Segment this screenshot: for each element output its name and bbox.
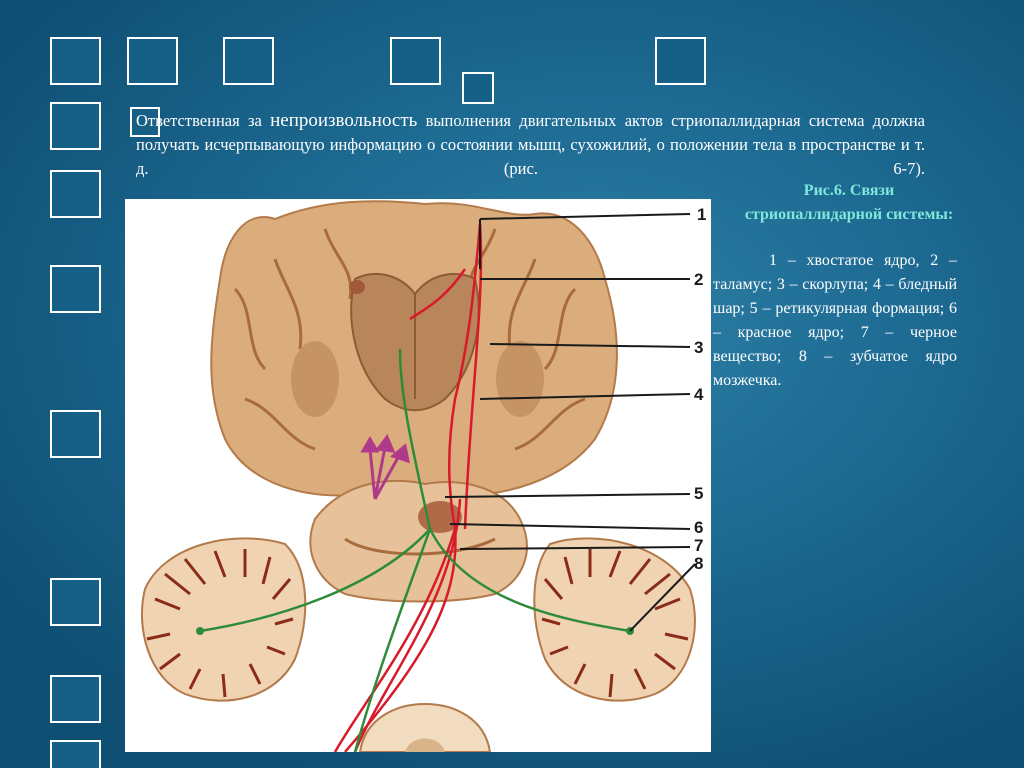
decor-square [223, 37, 274, 85]
decor-square [50, 170, 101, 218]
main-paragraph: Ответственная за непроизвольность выполн… [136, 109, 925, 181]
decor-square [390, 37, 441, 85]
brain-diagram-figure: 1 2 3 4 5 6 7 8 [125, 199, 711, 752]
label-6: 6 [694, 518, 703, 537]
paragraph-emphasis: непроизвольность [270, 110, 418, 131]
figure-caption-legend: 1 – хвостатое ядро, 2 – таламус; 3 – ско… [713, 252, 957, 389]
label-1: 1 [697, 205, 706, 224]
cerebellum-right [533, 537, 696, 702]
cerebellum-left [141, 537, 307, 702]
brain-diagram-illustration: 1 2 3 4 5 6 7 8 [141, 200, 706, 752]
decor-square [50, 675, 101, 723]
decor-square [50, 578, 101, 626]
decor-square [50, 740, 101, 768]
decor-square [462, 72, 494, 104]
label-8: 8 [694, 554, 703, 573]
label-7: 7 [694, 536, 703, 555]
label-4: 4 [694, 385, 704, 404]
decor-square [50, 37, 101, 85]
label-2: 2 [694, 270, 703, 289]
figure-caption-title: Рис.6. Связи стриопаллидарной системы: [744, 182, 954, 223]
decor-square [50, 410, 101, 458]
paragraph-text-start: Ответственная за [136, 111, 271, 130]
decor-square [50, 265, 101, 313]
decor-square [655, 37, 706, 85]
label-5: 5 [694, 484, 703, 503]
decor-square [50, 102, 101, 150]
label-3: 3 [694, 338, 703, 357]
decor-square [127, 37, 178, 85]
